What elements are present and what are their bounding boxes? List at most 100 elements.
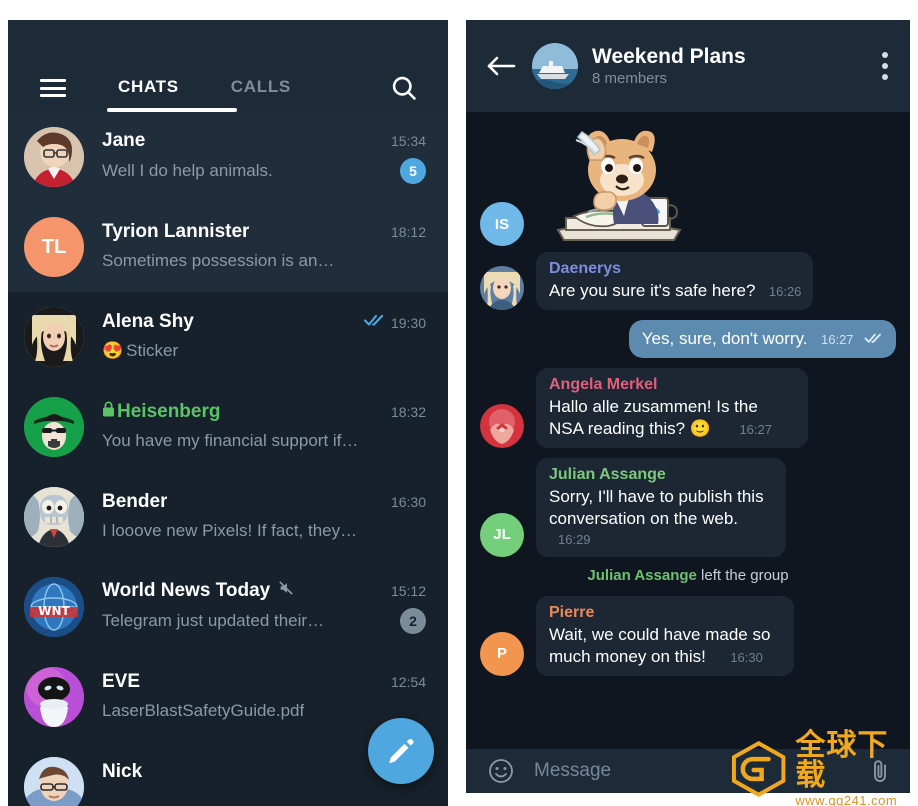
chat-name: Nick bbox=[102, 761, 143, 782]
chat-list-appbar: CHATS CALLS bbox=[8, 20, 448, 112]
chat-time: 19:30 bbox=[390, 314, 426, 331]
chat-row-world-news-today[interactable]: WNT World News Today 15:12 Telegram just… bbox=[8, 562, 448, 652]
chat-name: Heisenberg bbox=[117, 401, 221, 422]
chat-list-tabs: CHATS CALLS bbox=[118, 77, 291, 99]
chat-name: EVE bbox=[102, 671, 141, 692]
chat-name: Tyrion Lannister bbox=[102, 221, 250, 242]
chat-row-jane[interactable]: Jane 15:34 Well I do help animals. 5 bbox=[8, 112, 448, 202]
avatar-initials: TL bbox=[41, 235, 67, 258]
message-bubble[interactable]: Daenerys Are you sure it's safe here? 16… bbox=[536, 252, 814, 311]
chat-rows: Jane 15:34 Well I do help animals. 5 TL … bbox=[8, 112, 448, 806]
message-avatar[interactable] bbox=[480, 266, 524, 311]
message-input[interactable]: Message bbox=[534, 760, 611, 782]
chat-preview: Sticker bbox=[126, 341, 179, 360]
avatar bbox=[24, 127, 84, 187]
message-avatar[interactable] bbox=[480, 404, 524, 449]
read-checks-icon bbox=[864, 331, 884, 349]
chat-row-bender[interactable]: Bender 16:30 I looove new Pixels! If fac… bbox=[8, 472, 448, 562]
message-avatar[interactable]: P bbox=[480, 631, 524, 676]
avatar-initials: IS bbox=[494, 215, 510, 233]
preview-emoji: 😍 bbox=[102, 341, 124, 360]
message-bubble[interactable]: Pierre Wait, we could have made so much … bbox=[536, 595, 794, 676]
row-body: Bender 16:30 I looove new Pixels! If fac… bbox=[102, 491, 426, 543]
message-bubble[interactable]: Angela Merkel Hallo alle zusammen! Is th… bbox=[536, 368, 808, 449]
message-text: Yes, sure, don't worry. bbox=[641, 329, 808, 349]
chat-time: 18:12 bbox=[390, 224, 426, 240]
message-sender: Pierre bbox=[549, 603, 595, 621]
chat-time: 18:32 bbox=[390, 404, 426, 420]
chat-preview: You have my financial support if… bbox=[102, 431, 359, 450]
chat-name: Jane bbox=[102, 130, 146, 151]
conversation-title: Weekend Plans bbox=[592, 45, 746, 68]
message-list: IS Daenerys Are you sure it's safe here?… bbox=[466, 112, 910, 749]
avatar-initials: JL bbox=[493, 526, 511, 544]
unread-badge: 2 bbox=[400, 608, 426, 634]
chat-name: Bender bbox=[102, 491, 168, 512]
avatar bbox=[24, 487, 84, 547]
chat-row-heisenberg[interactable]: Heisenberg 18:32 You have my financial s… bbox=[8, 382, 448, 472]
message-text: Hallo alle zusammen! Is the NSA reading … bbox=[549, 397, 758, 439]
menu-icon[interactable] bbox=[40, 79, 66, 97]
row-body: World News Today 15:12 Telegram just upd… bbox=[102, 580, 426, 634]
new-message-fab[interactable] bbox=[368, 718, 434, 784]
avatar bbox=[24, 307, 84, 367]
row-body: Alena Shy 19:30 😍 Sticker bbox=[102, 311, 426, 363]
message-row: Angela Merkel Hallo alle zusammen! Is th… bbox=[480, 368, 896, 449]
search-icon[interactable] bbox=[390, 74, 418, 102]
message-bubble-outgoing[interactable]: Yes, sure, don't worry. 16:27 bbox=[628, 320, 896, 359]
row-body: Tyrion Lannister 18:12 Sometimes possess… bbox=[102, 221, 426, 273]
avatar-initials: P bbox=[496, 645, 507, 663]
unread-badge: 5 bbox=[400, 158, 426, 184]
chat-name: World News Today bbox=[102, 580, 271, 601]
chat-name: Alena Shy bbox=[102, 311, 194, 332]
svg-text:WNT: WNT bbox=[38, 604, 70, 618]
row-body: Jane 15:34 Well I do help animals. 5 bbox=[102, 130, 426, 184]
chat-preview: I looove new Pixels! If fact, they… bbox=[102, 521, 358, 540]
sticker-image[interactable] bbox=[536, 118, 704, 246]
secret-chat-lock-icon bbox=[102, 401, 115, 422]
message-time: 16:29 bbox=[558, 531, 591, 547]
chat-time: 15:34 bbox=[390, 133, 426, 149]
message-text: Sorry, I'll have to publish this convers… bbox=[549, 487, 764, 529]
message-time: 16:27 bbox=[739, 422, 772, 438]
service-message: Julian Assange left the group bbox=[480, 567, 896, 584]
screenshot-root: CHATS CALLS Jane 15:34 Well I do help an… bbox=[0, 0, 918, 806]
service-action: left the group bbox=[701, 566, 789, 584]
avatar bbox=[24, 667, 84, 727]
message-time: 16:26 bbox=[768, 284, 802, 299]
tab-calls[interactable]: CALLS bbox=[231, 77, 291, 99]
conversation-avatar[interactable] bbox=[532, 43, 578, 89]
message-sticker: IS bbox=[480, 118, 896, 246]
message-row: Daenerys Are you sure it's safe here? 16… bbox=[480, 252, 896, 311]
row-body: Heisenberg 18:32 You have my financial s… bbox=[102, 401, 426, 453]
message-row-outgoing: Yes, sure, don't worry. 16:27 bbox=[480, 320, 896, 359]
message-avatar[interactable]: JL bbox=[480, 512, 524, 557]
service-actor: Julian Assange bbox=[587, 566, 697, 584]
chat-row-tyrion-lannister[interactable]: TL Tyrion Lannister 18:12 Sometimes poss… bbox=[8, 202, 448, 292]
chat-time: 15:12 bbox=[390, 583, 426, 599]
row-body: EVE 12:54 LaserBlastSafetyGuide.pdf bbox=[102, 671, 426, 723]
message-row: P Pierre Wait, we could have made so muc… bbox=[480, 595, 896, 676]
message-row: JL Julian Assange Sorry, I'll have to pu… bbox=[480, 458, 896, 557]
chat-row-alena-shy[interactable]: Alena Shy 19:30 😍 Sticker bbox=[8, 292, 448, 382]
chat-time: 16:30 bbox=[390, 494, 426, 510]
emoji-icon[interactable] bbox=[488, 758, 514, 784]
tab-chats[interactable]: CHATS bbox=[118, 77, 179, 99]
back-arrow-icon[interactable] bbox=[486, 54, 516, 78]
avatar bbox=[24, 397, 84, 457]
message-bubble[interactable]: Julian Assange Sorry, I'll have to publi… bbox=[536, 458, 786, 557]
avatar bbox=[24, 757, 84, 806]
more-options-icon[interactable] bbox=[882, 52, 888, 80]
message-sender: Daenerys bbox=[549, 260, 622, 277]
muted-icon bbox=[278, 580, 294, 601]
attach-icon[interactable] bbox=[868, 758, 892, 784]
message-avatar[interactable]: IS bbox=[480, 202, 524, 246]
message-time: 16:27 bbox=[821, 332, 854, 348]
watermark-url: www.qq241.com bbox=[795, 792, 898, 806]
conversation-subtitle: 8 members bbox=[592, 70, 668, 87]
conversation-titles: Weekend Plans 8 members bbox=[592, 45, 746, 87]
message-time: 16:30 bbox=[730, 649, 763, 665]
message-text: Are you sure it's safe here? bbox=[549, 281, 756, 300]
message-sender: Julian Assange bbox=[549, 466, 666, 484]
avatar: WNT bbox=[24, 577, 84, 637]
